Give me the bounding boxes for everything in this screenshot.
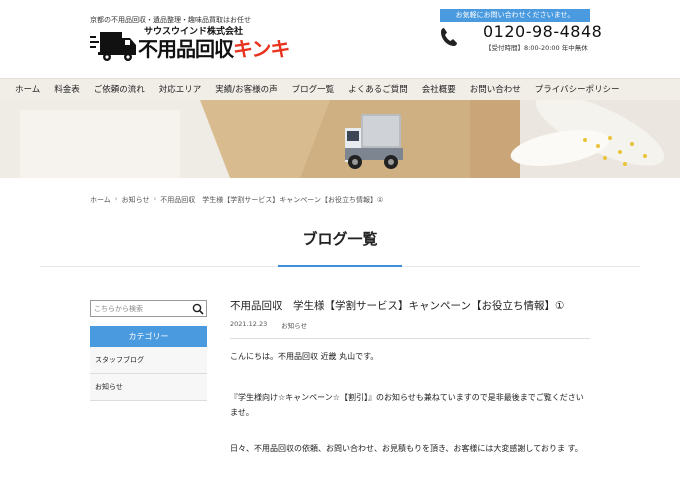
chevron-right-icon: › [153,195,157,203]
nav-item-area[interactable]: 対応エリア [152,79,209,101]
blog-post: 不用品回収 学生様【学割サービス】キャンペーン【お役立ち情報】① 2021.12… [230,296,590,453]
business-hours: 【受付時間】8:00-20:00 年中無休 [485,44,588,52]
nav-item-faq[interactable]: よくあるご質問 [341,79,415,101]
post-paragraph: こんにちは。不用品回収 近畿 丸山です。 [230,352,379,361]
title-accent-bar [278,265,402,267]
nav-item-home[interactable]: ホーム [8,79,47,101]
nav-item-contact[interactable]: お問い合わせ [463,79,528,101]
post-paragraph: 『学生様向け☆キャンペーン☆【割引】』のお知らせも兼ねていますので是非最後までご… [230,393,584,417]
nav-item-company[interactable]: 会社概要 [415,79,463,101]
hero-truck-image [0,100,680,178]
nav-item-flow[interactable]: ご依頼の流れ [87,79,152,101]
breadcrumb: ホーム › お知らせ › 不用品回収 学生様【学割サービス】キャンペーン【お役立… [90,195,383,205]
nav-item-pricing[interactable]: 料金表 [47,79,87,101]
nav-item-testimonials[interactable]: 実績/お客様の声 [208,79,284,101]
nav-item-privacy[interactable]: プライバシーポリシー [528,79,627,101]
post-paragraph: 日々、不用品回収の依頼、お問い合わせ、お見積もりを頂き、お客様には大変感謝してお… [230,444,583,453]
search-icon[interactable] [192,303,204,315]
site-logo[interactable]: サウスウインド株式会社 不用品回収キンキ [90,24,300,64]
category-item-news[interactable]: お知らせ [90,374,207,401]
search-box [90,300,207,317]
logo-wordmark-brand: キンキ [233,37,290,61]
category-item-staff-blog[interactable]: スタッフブログ [90,347,207,374]
contact-banner: お気軽にお問い合わせくださいませ。 [440,9,590,22]
post-meta: 2021.12.23 お知らせ [230,320,590,334]
page-title: ブログ一覧 [302,230,378,248]
nav-item-blog[interactable]: ブログ一覧 [285,79,342,101]
logo-wordmark: 不用品回収キンキ [138,33,290,62]
site-header: 京都の不用品回収・遺品整理・趣味品買取はお任せ サウスウインド株式会社 不用品回… [0,0,680,78]
category-header: カテゴリー [90,326,207,347]
hero-banner [0,100,680,178]
post-title[interactable]: 不用品回収 学生様【学割サービス】キャンペーン【お役立ち情報】① [230,296,590,316]
logo-wordmark-main: 不用品回収 [138,37,234,61]
phone-icon [441,28,457,46]
post-category[interactable]: お知らせ [281,320,307,334]
breadcrumb-current: 不用品回収 学生様【学割サービス】キャンペーン【お役立ち情報】① [160,196,384,204]
breadcrumb-category[interactable]: お知らせ [122,195,150,205]
chevron-right-icon: › [114,195,118,203]
post-date: 2021.12.23 [230,320,268,328]
search-input[interactable] [94,303,189,315]
phone-number[interactable]: 0120-98-4848 [483,22,602,41]
main-nav: ホーム 料金表 ご依頼の流れ 対応エリア 実績/お客様の声 ブログ一覧 よくある… [0,78,680,100]
breadcrumb-home[interactable]: ホーム [90,195,111,205]
truck-logo-icon [90,32,136,61]
divider [230,338,590,339]
